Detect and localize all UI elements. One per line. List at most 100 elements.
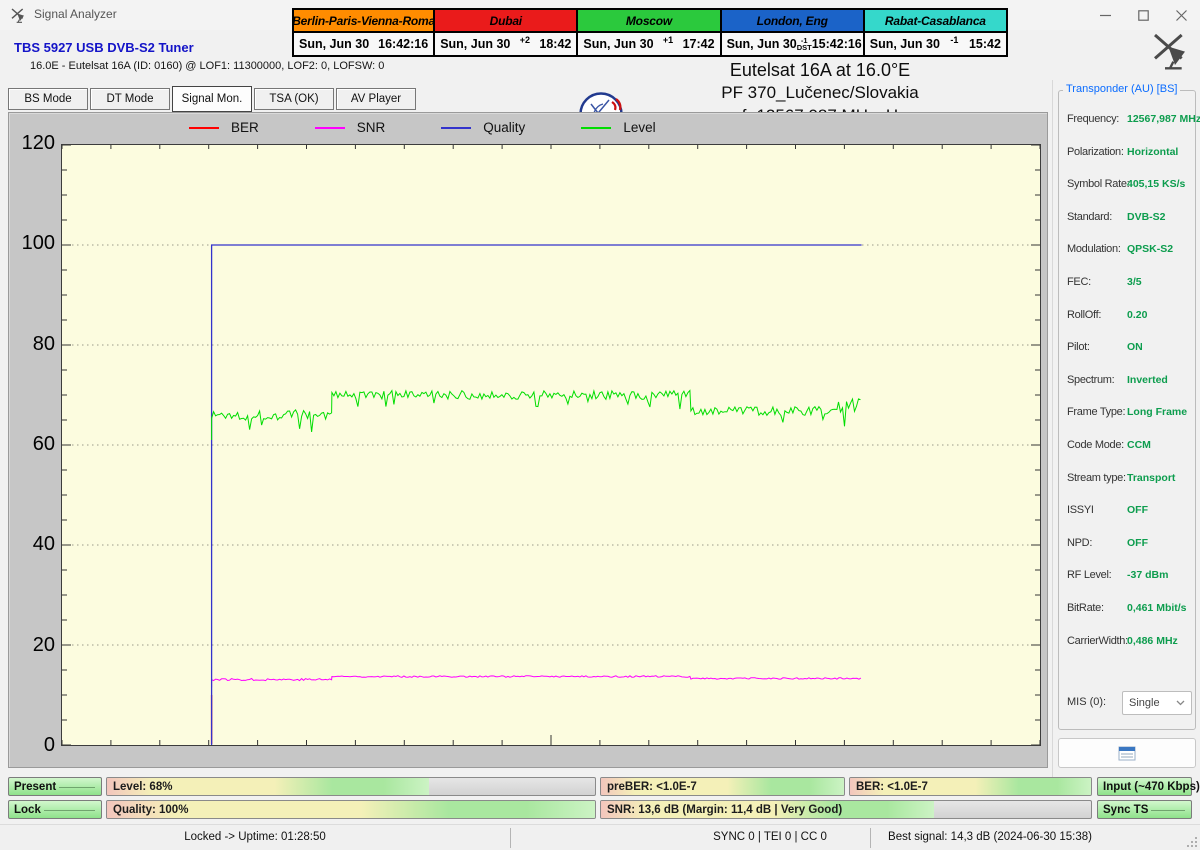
- satellite-app-icon: [10, 7, 26, 23]
- clock-time-value: 15:42:16: [812, 37, 862, 51]
- clock-time: Sun, Jun 30+218:42: [433, 33, 578, 57]
- signal-bar-label: BER: <1.0E-7: [856, 778, 928, 795]
- y-tick-label: 0: [11, 734, 55, 757]
- legend-item-quality: Quality: [441, 120, 525, 135]
- clock-time: Sun, Jun 30-1DST15:42:16: [720, 33, 865, 57]
- transponder-row-value: 3/5: [1127, 276, 1142, 288]
- transponder-row-label: Standard:: [1067, 211, 1112, 223]
- plot-area: [61, 144, 1041, 746]
- clock-cell: MoscowSun, Jun 30+117:42: [578, 8, 721, 57]
- transponder-row-rflevel: RF Level: -37 dBm: [1067, 569, 1191, 585]
- transponder-row-carrierwidth: CarrierWidth:0,486 MHz: [1067, 635, 1191, 651]
- legend-swatch: [315, 127, 345, 129]
- statusbar-cell-1: SYNC 0 | TEI 0 | CC 0: [713, 831, 827, 843]
- close-button[interactable]: [1162, 0, 1200, 30]
- transponder-row-codemode: Code Mode:CCM: [1067, 439, 1191, 455]
- signal-bar-preber: preBER: <1.0E-7: [600, 777, 845, 796]
- clock-cell: Rabat-CasablancaSun, Jun 30-115:42: [865, 8, 1008, 57]
- transponder-row-label: Polarization:: [1067, 146, 1124, 158]
- chevron-down-icon: [1176, 700, 1185, 706]
- series-quality: [212, 245, 862, 745]
- transponder-row-value: 0,486 MHz: [1127, 635, 1178, 647]
- maximize-icon: [1138, 10, 1149, 21]
- tuner-title: TBS 5927 USB DVB-S2 Tuner: [14, 40, 194, 55]
- transponder-row-value: CCM: [1127, 439, 1151, 451]
- y-tick-label: 40: [11, 533, 55, 556]
- signal-bar-label: preBER: <1.0E-7: [607, 778, 697, 795]
- clock-time-value: 17:42: [683, 37, 715, 51]
- transponder-row-value: QPSK-S2: [1127, 243, 1173, 255]
- transponder-row-label: Symbol Rate:: [1067, 178, 1129, 190]
- series-level: [212, 391, 861, 441]
- mis-row: MIS (0): Single: [1067, 691, 1191, 715]
- list-icon: [1118, 746, 1136, 761]
- transponder-groupbox: Transponder (AU) [BS] Frequency:12567,98…: [1058, 90, 1196, 730]
- resize-grip[interactable]: [1186, 836, 1198, 848]
- status-badge-present: Present: [8, 777, 102, 796]
- legend-item-level: Level: [581, 120, 655, 135]
- maximize-button[interactable]: [1124, 0, 1162, 30]
- transponder-row-frequency: Frequency:12567,987 MHz: [1067, 113, 1191, 129]
- statusbar-separator: [870, 828, 871, 848]
- clock-date: Sun, Jun 30: [727, 37, 797, 51]
- tab-tsa-ok-[interactable]: TSA (OK): [254, 88, 334, 110]
- clock-city-label: London, Eng: [720, 8, 865, 33]
- clock-cell: London, EngSun, Jun 30-1DST15:42:16: [722, 8, 865, 57]
- transponder-list-button[interactable]: [1058, 738, 1196, 768]
- satellite-position-label: Eutelsat 16A at 16.0°E: [620, 60, 1020, 81]
- transponder-row-label: NPD:: [1067, 537, 1092, 549]
- statusbar-separator: [510, 828, 511, 848]
- minimize-button[interactable]: [1086, 0, 1124, 30]
- transponder-row-label: Modulation:: [1067, 243, 1121, 255]
- y-tick-label: 120: [11, 132, 55, 155]
- mis-dropdown[interactable]: Single: [1122, 691, 1192, 715]
- legend-swatch: [581, 127, 611, 129]
- timezone-offset: +1: [663, 35, 673, 45]
- clock-cell: Berlin-Paris-Vienna-RomaSun, Jun 3016:42…: [292, 8, 435, 57]
- transponder-row-label: RF Level:: [1067, 569, 1111, 581]
- y-tick-label: 80: [11, 333, 55, 356]
- transponder-row-fec: FEC: 3/5: [1067, 276, 1191, 292]
- transponder-row-value: 0,461 Mbit/s: [1127, 602, 1187, 614]
- badge-label: Lock: [14, 804, 41, 816]
- clock-time: Sun, Jun 3016:42:16: [292, 33, 435, 57]
- transponder-row-label: CarrierWidth:: [1067, 635, 1128, 647]
- transponder-row-value: OFF: [1127, 537, 1148, 549]
- transponder-row-modulation: Modulation: QPSK-S2: [1067, 243, 1191, 259]
- legend-swatch: [441, 127, 471, 129]
- tab-dt-mode[interactable]: DT Mode: [90, 88, 170, 110]
- transponder-row-value: Horizontal: [1127, 146, 1178, 158]
- window-title: Signal Analyzer: [34, 7, 117, 21]
- legend-item-ber: BER: [189, 120, 259, 135]
- badge-label: Present: [14, 781, 56, 793]
- transponder-row-value: 405,15 KS/s: [1127, 178, 1185, 190]
- transponder-row-label: Spectrum:: [1067, 374, 1114, 386]
- clock-city-label: Berlin-Paris-Vienna-Roma: [292, 8, 435, 33]
- transponder-row-value: -37 dBm: [1127, 569, 1168, 581]
- clock-time-value: 18:42: [539, 37, 571, 51]
- transponder-row-label: FEC:: [1067, 276, 1091, 288]
- tab-av-player[interactable]: AV Player: [336, 88, 416, 110]
- clock-time: Sun, Jun 30+117:42: [576, 33, 721, 57]
- transponder-row-bitrate: BitRate:0,461 Mbit/s: [1067, 602, 1191, 618]
- legend-label: Level: [623, 120, 655, 135]
- signal-bar-ber: BER: <1.0E-7: [849, 777, 1092, 796]
- transponder-row-npd: NPD: OFF: [1067, 537, 1191, 553]
- clock-time-value: 16:42:16: [378, 37, 428, 51]
- status-badge-input-470-kbps-: Input (~470 Kbps): [1097, 777, 1192, 796]
- legend-item-snr: SNR: [315, 120, 386, 135]
- transponder-row-frametype: Frame Type:Long Frame: [1067, 406, 1191, 422]
- transponder-row-label: Frequency:: [1067, 113, 1119, 125]
- world-clock-bar: Berlin-Paris-Vienna-RomaSun, Jun 3016:42…: [292, 8, 1008, 57]
- site-label: PF 370_Lučenec/Slovakia: [620, 83, 1020, 103]
- status-badge-sync-ts: Sync TS: [1097, 800, 1192, 819]
- status-badge-lock: Lock: [8, 800, 102, 819]
- signal-bar-label: Level: 68%: [113, 778, 172, 795]
- signal-bar-level: Level: 68%: [106, 777, 596, 796]
- legend-label: BER: [231, 120, 259, 135]
- tab-signal-mon-[interactable]: Signal Mon.: [172, 86, 252, 112]
- transponder-sidebar: Transponder (AU) [BS] Frequency:12567,98…: [1052, 80, 1200, 780]
- tab-bs-mode[interactable]: BS Mode: [8, 88, 88, 110]
- minimize-icon: [1100, 10, 1111, 21]
- transponder-row-rolloff: RollOff:0.20: [1067, 309, 1191, 325]
